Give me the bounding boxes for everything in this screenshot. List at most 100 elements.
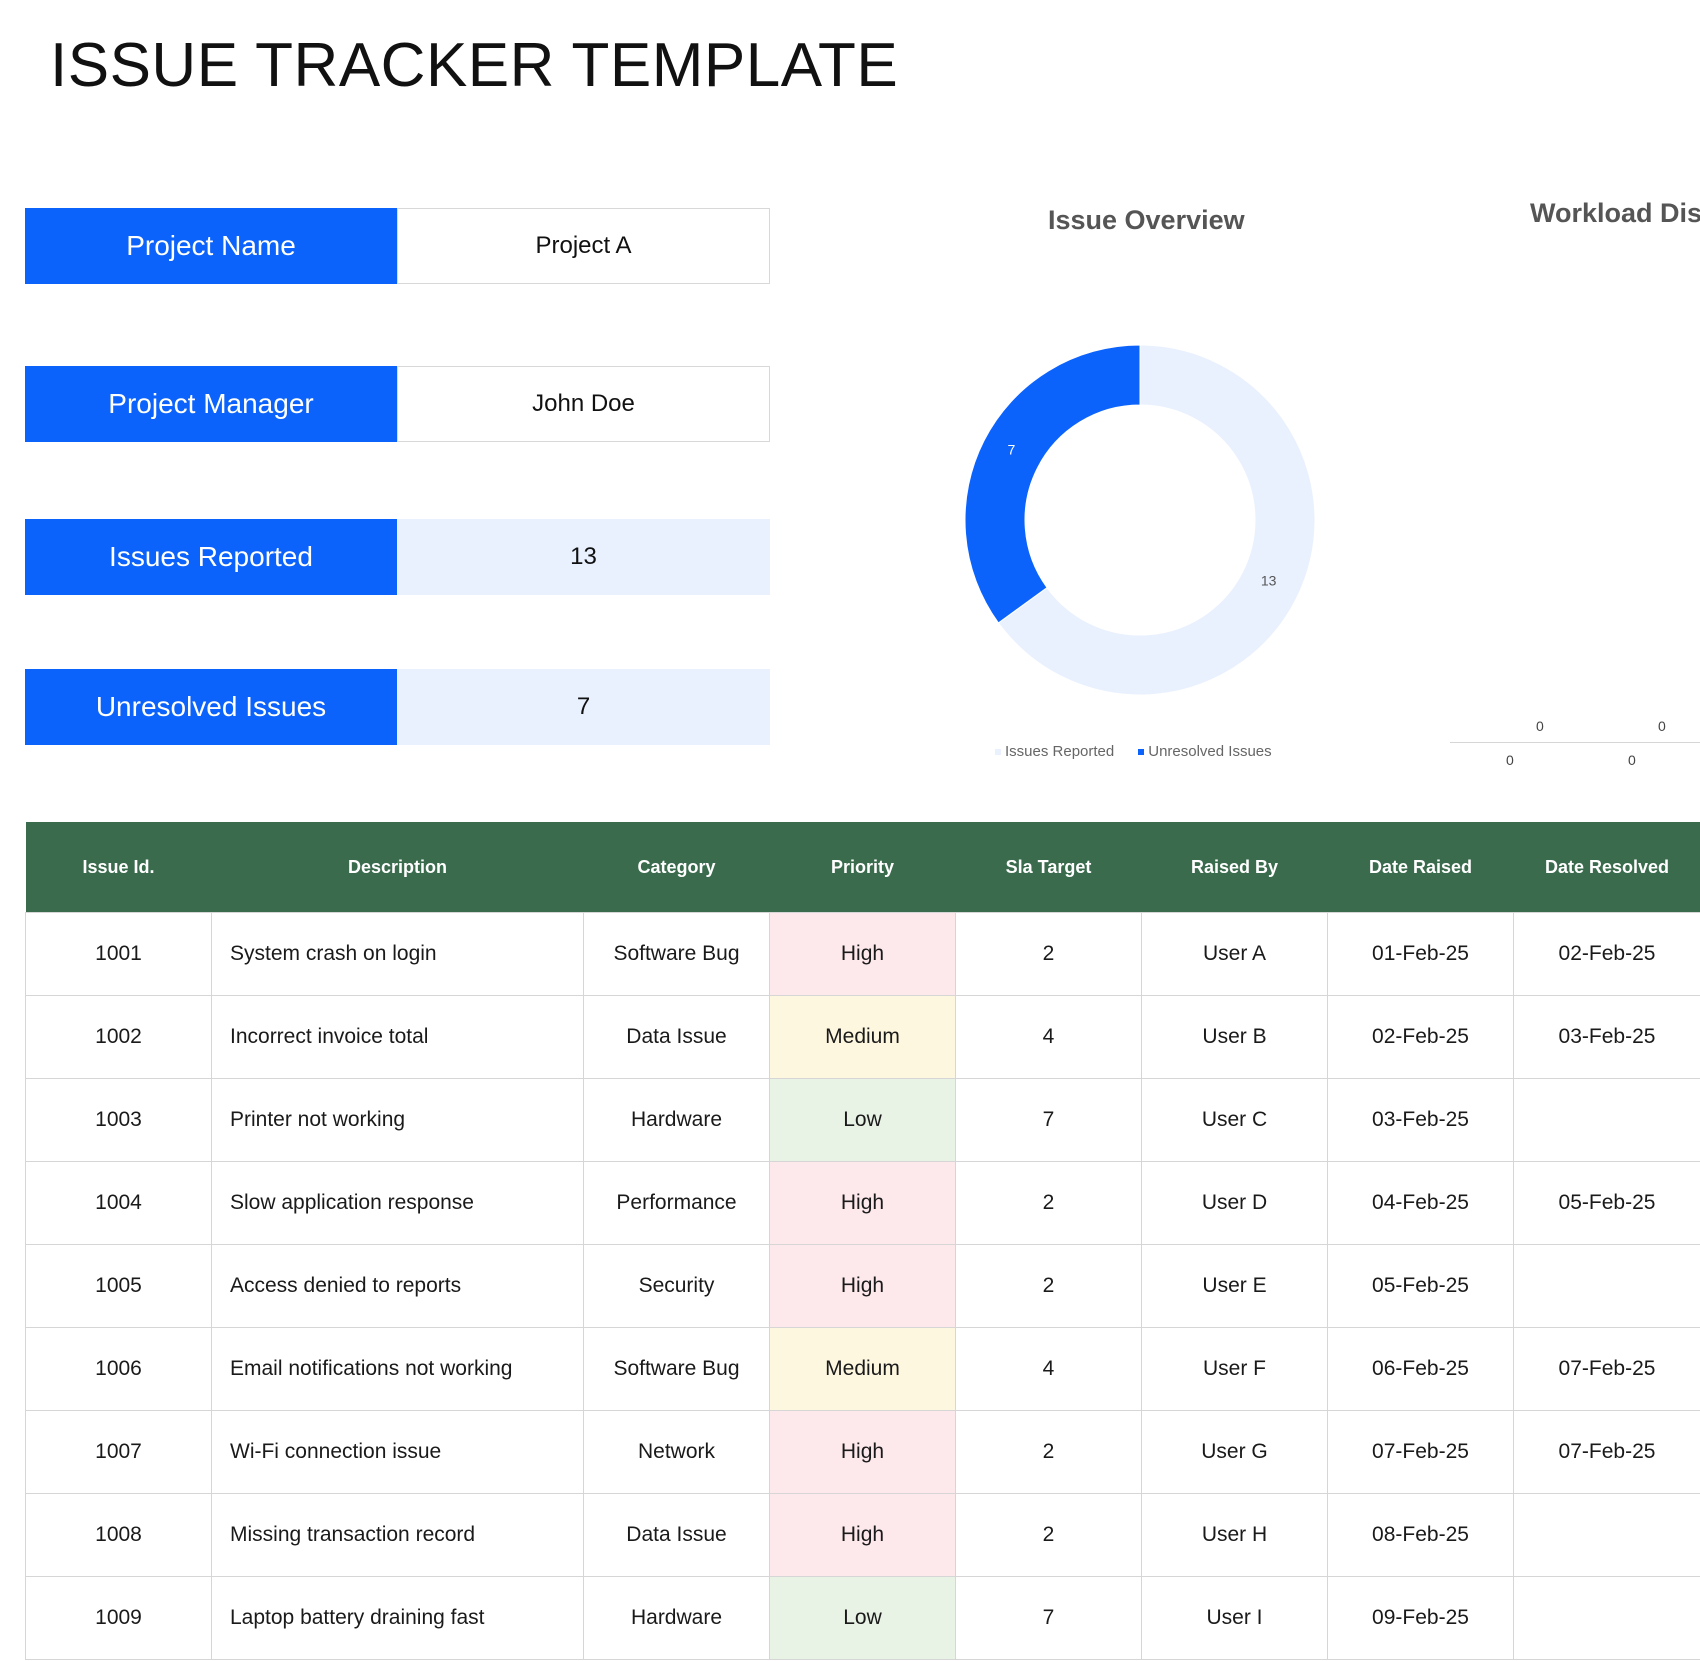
date-resolved-cell[interactable] bbox=[1513, 1078, 1700, 1162]
issue-id-cell[interactable]: 1002 bbox=[25, 995, 212, 1079]
column-header-raised-by[interactable]: Raised By bbox=[1141, 822, 1328, 913]
raised-by-cell[interactable]: User G bbox=[1141, 1410, 1328, 1494]
table-row: 1004 Slow application response Performance… bbox=[25, 1161, 1700, 1245]
date-raised-cell[interactable]: 04-Feb-25 bbox=[1327, 1161, 1514, 1245]
issue-overview-chart[interactable]: 13 7 bbox=[940, 320, 1340, 720]
date-raised-cell[interactable]: 09-Feb-25 bbox=[1327, 1576, 1514, 1660]
sla-target-cell[interactable]: 2 bbox=[955, 912, 1142, 996]
category-cell[interactable]: Software Bug bbox=[583, 1327, 770, 1411]
issue-id-cell[interactable]: 1007 bbox=[25, 1410, 212, 1494]
date-raised-cell[interactable]: 06-Feb-25 bbox=[1327, 1327, 1514, 1411]
column-header-category[interactable]: Category bbox=[583, 822, 770, 913]
column-header-issue-id[interactable]: Issue Id. bbox=[25, 822, 212, 913]
issue-id-cell[interactable]: 1004 bbox=[25, 1161, 212, 1245]
sla-target-cell[interactable]: 4 bbox=[955, 995, 1142, 1079]
column-header-priority[interactable]: Priority bbox=[769, 822, 956, 913]
sla-target-cell[interactable]: 2 bbox=[955, 1493, 1142, 1577]
sla-target-cell[interactable]: 7 bbox=[955, 1078, 1142, 1162]
page-title: ISSUE TRACKER TEMPLATE bbox=[50, 31, 899, 100]
date-raised-cell[interactable]: 03-Feb-25 bbox=[1327, 1078, 1514, 1162]
category-cell[interactable]: Software Bug bbox=[583, 912, 770, 996]
priority-cell[interactable]: High bbox=[769, 1410, 956, 1494]
date-raised-cell[interactable]: 01-Feb-25 bbox=[1327, 912, 1514, 996]
project-manager-row: Project Manager John Doe bbox=[25, 366, 770, 442]
workload-data-label: 0 bbox=[1658, 718, 1666, 734]
donut-slice-unresolved-issues[interactable] bbox=[964, 344, 1141, 624]
date-resolved-cell[interactable] bbox=[1513, 1576, 1700, 1660]
raised-by-cell[interactable]: User B bbox=[1141, 995, 1328, 1079]
raised-by-cell[interactable]: User D bbox=[1141, 1161, 1328, 1245]
description-cell[interactable]: System crash on login bbox=[211, 912, 584, 996]
date-resolved-cell[interactable]: 07-Feb-25 bbox=[1513, 1327, 1700, 1411]
category-cell[interactable]: Data Issue bbox=[583, 1493, 770, 1577]
description-cell[interactable]: Slow application response bbox=[211, 1161, 584, 1245]
date-raised-cell[interactable]: 07-Feb-25 bbox=[1327, 1410, 1514, 1494]
priority-cell[interactable]: High bbox=[769, 1244, 956, 1328]
legend-swatch-issues-reported bbox=[995, 748, 1001, 755]
raised-by-cell[interactable]: User E bbox=[1141, 1244, 1328, 1328]
category-cell[interactable]: Data Issue bbox=[583, 995, 770, 1079]
date-resolved-cell[interactable] bbox=[1513, 1493, 1700, 1577]
issue-id-cell[interactable]: 1006 bbox=[25, 1327, 212, 1411]
category-cell[interactable]: Hardware bbox=[583, 1078, 770, 1162]
date-resolved-cell[interactable]: 03-Feb-25 bbox=[1513, 995, 1700, 1079]
raised-by-cell[interactable]: User I bbox=[1141, 1576, 1328, 1660]
issue-id-cell[interactable]: 1009 bbox=[25, 1576, 212, 1660]
priority-cell[interactable]: High bbox=[769, 912, 956, 996]
legend-label-unresolved-issues: Unresolved Issues bbox=[1148, 743, 1272, 760]
description-cell[interactable]: Access denied to reports bbox=[211, 1244, 584, 1328]
priority-cell[interactable]: Low bbox=[769, 1576, 956, 1660]
priority-cell[interactable]: High bbox=[769, 1161, 956, 1245]
description-cell[interactable]: Wi-Fi connection issue bbox=[211, 1410, 584, 1494]
date-raised-cell[interactable]: 08-Feb-25 bbox=[1327, 1493, 1514, 1577]
issues-table: Issue Id. Description Category Priority … bbox=[25, 822, 1700, 1660]
table-row: 1003 Printer not working Hardware Low 7 User … bbox=[25, 1078, 1700, 1162]
date-raised-cell[interactable]: 02-Feb-25 bbox=[1327, 995, 1514, 1079]
category-cell[interactable]: Network bbox=[583, 1410, 770, 1494]
workload-chart-title: Workload Dist bbox=[1530, 198, 1700, 228]
raised-by-cell[interactable]: User H bbox=[1141, 1493, 1328, 1577]
description-cell[interactable]: Laptop battery draining fast bbox=[211, 1576, 584, 1660]
sla-target-cell[interactable]: 2 bbox=[955, 1244, 1142, 1328]
project-manager-value[interactable]: John Doe bbox=[397, 366, 770, 442]
date-resolved-cell[interactable] bbox=[1513, 1244, 1700, 1328]
table-row: 1001 System crash on login Software Bug Hig… bbox=[25, 912, 1700, 996]
column-header-sla-target[interactable]: Sla Target bbox=[955, 822, 1142, 913]
sla-target-cell[interactable]: 2 bbox=[955, 1161, 1142, 1245]
donut-data-label: 7 bbox=[1007, 441, 1015, 457]
category-cell[interactable]: Performance bbox=[583, 1161, 770, 1245]
date-resolved-cell[interactable]: 05-Feb-25 bbox=[1513, 1161, 1700, 1245]
raised-by-cell[interactable]: User C bbox=[1141, 1078, 1328, 1162]
project-name-value[interactable]: Project A bbox=[397, 208, 770, 284]
unresolved-issues-label: Unresolved Issues bbox=[25, 669, 397, 745]
category-cell[interactable]: Security bbox=[583, 1244, 770, 1328]
sla-target-cell[interactable]: 4 bbox=[955, 1327, 1142, 1411]
description-cell[interactable]: Incorrect invoice total bbox=[211, 995, 584, 1079]
issue-id-cell[interactable]: 1008 bbox=[25, 1493, 212, 1577]
date-raised-cell[interactable]: 05-Feb-25 bbox=[1327, 1244, 1514, 1328]
column-header-date-resolved[interactable]: Date Resolved bbox=[1513, 822, 1700, 913]
column-header-description[interactable]: Description bbox=[211, 822, 584, 913]
donut-data-label: 13 bbox=[1261, 573, 1277, 589]
issue-id-cell[interactable]: 1001 bbox=[25, 912, 212, 996]
date-resolved-cell[interactable]: 07-Feb-25 bbox=[1513, 1410, 1700, 1494]
priority-cell[interactable]: Medium bbox=[769, 1327, 956, 1411]
issue-id-cell[interactable]: 1003 bbox=[25, 1078, 212, 1162]
description-cell[interactable]: Email notifications not working bbox=[211, 1327, 584, 1411]
sla-target-cell[interactable]: 7 bbox=[955, 1576, 1142, 1660]
priority-cell[interactable]: Low bbox=[769, 1078, 956, 1162]
sla-target-cell[interactable]: 2 bbox=[955, 1410, 1142, 1494]
category-cell[interactable]: Hardware bbox=[583, 1576, 770, 1660]
table-row: 1008 Missing transaction record Data Issue… bbox=[25, 1493, 1700, 1577]
description-cell[interactable]: Printer not working bbox=[211, 1078, 584, 1162]
table-row: 1002 Incorrect invoice total Data Issue Med… bbox=[25, 995, 1700, 1079]
priority-cell[interactable]: High bbox=[769, 1493, 956, 1577]
priority-cell[interactable]: Medium bbox=[769, 995, 956, 1079]
workload-data-label: 0 bbox=[1536, 718, 1544, 734]
raised-by-cell[interactable]: User A bbox=[1141, 912, 1328, 996]
issue-id-cell[interactable]: 1005 bbox=[25, 1244, 212, 1328]
date-resolved-cell[interactable]: 02-Feb-25 bbox=[1513, 912, 1700, 996]
column-header-date-raised[interactable]: Date Raised bbox=[1327, 822, 1514, 913]
description-cell[interactable]: Missing transaction record bbox=[211, 1493, 584, 1577]
raised-by-cell[interactable]: User F bbox=[1141, 1327, 1328, 1411]
